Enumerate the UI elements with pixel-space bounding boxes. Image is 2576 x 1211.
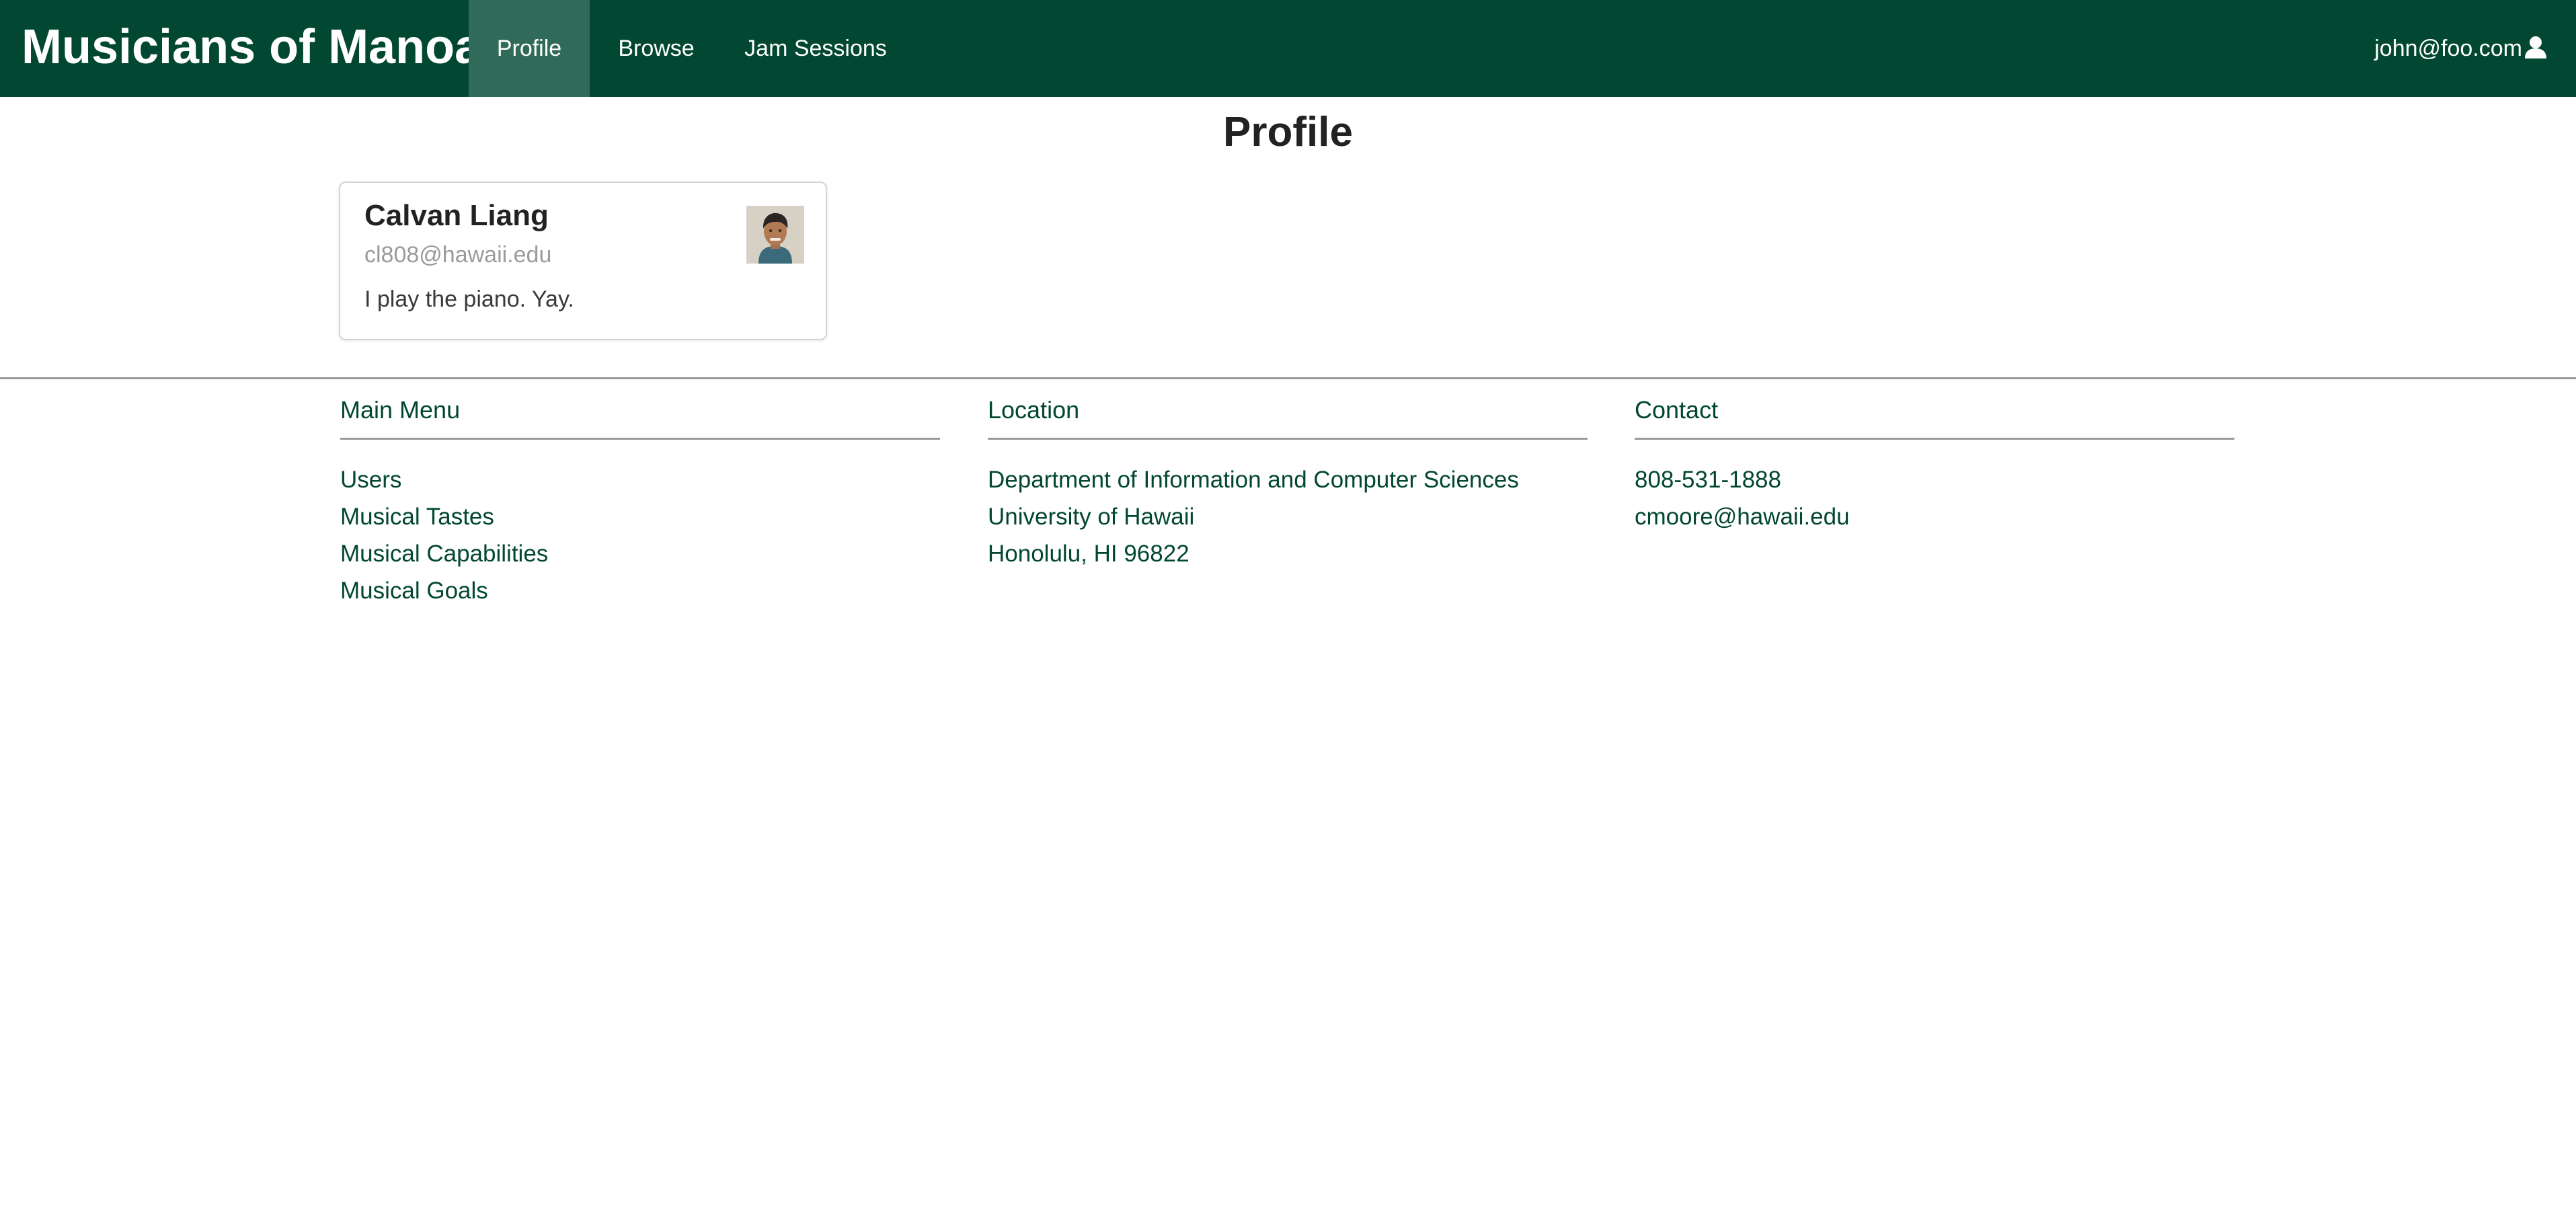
- profile-name: Calvan Liang: [364, 199, 549, 232]
- footer-link-musical-tastes[interactable]: Musical Tastes: [340, 498, 940, 535]
- footer-heading-divider: [340, 438, 940, 440]
- user-icon: [2522, 36, 2548, 61]
- footer-location: Location Department of Information and C…: [988, 393, 1588, 572]
- footer-location-university: University of Hawaii: [988, 504, 1195, 530]
- footer-heading-divider: [1635, 438, 2234, 440]
- footer-location-department: Department of Information and Computer S…: [988, 467, 1519, 493]
- footer-location-heading: Location: [988, 396, 1080, 424]
- user-menu[interactable]: john@foo.com: [2374, 0, 2548, 97]
- footer-link-users[interactable]: Users: [340, 461, 940, 498]
- nav-item-profile[interactable]: Profile: [469, 0, 590, 97]
- nav-item-browse[interactable]: Browse: [590, 0, 722, 97]
- footer-link-musical-capabilities[interactable]: Musical Capabilities: [340, 535, 940, 572]
- footer-contact-heading: Contact: [1635, 396, 1719, 424]
- footer-contact-phone: 808-531-1888: [1635, 467, 1781, 493]
- nav-item-jam-sessions[interactable]: Jam Sessions: [723, 0, 908, 97]
- user-email-label: john@foo.com: [2374, 36, 2522, 61]
- profile-bio: I play the piano. Yay.: [364, 286, 574, 312]
- profile-email: cl808@hawaii.edu: [364, 242, 552, 268]
- footer-contact: Contact 808-531-1888 cmoore@hawaii.edu: [1635, 393, 2234, 535]
- footer-link-musical-goals[interactable]: Musical Goals: [340, 572, 940, 609]
- top-navbar: Musicians of Manoa Profile Browse Jam Se…: [0, 0, 2576, 97]
- footer-heading-divider: [988, 438, 1588, 440]
- footer-divider: [0, 377, 2576, 379]
- footer-main-menu-heading: Main Menu: [340, 396, 461, 424]
- brand-title[interactable]: Musicians of Manoa: [22, 0, 481, 97]
- footer-contact-email: cmoore@hawaii.edu: [1635, 504, 1850, 530]
- page-title: Profile: [1223, 109, 1353, 155]
- footer-main-menu: Main Menu Users Musical Tastes Musical C…: [340, 393, 940, 609]
- avatar: [746, 206, 804, 264]
- profile-card: Calvan Liang cl808@hawaii.edu I play the…: [339, 182, 827, 340]
- footer-location-city: Honolulu, HI 96822: [988, 541, 1189, 567]
